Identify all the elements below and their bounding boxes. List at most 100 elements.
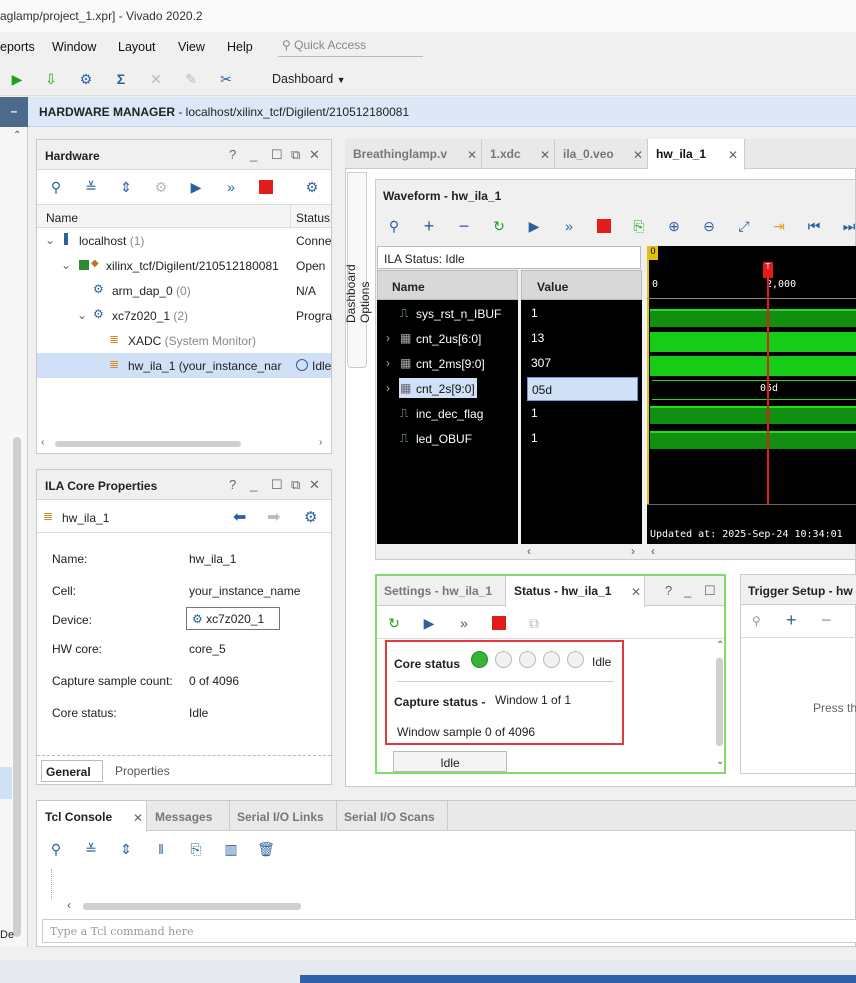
- chevron-down-icon[interactable]: ⌄: [45, 233, 55, 247]
- scroll-right-icon[interactable]: ›: [631, 544, 635, 558]
- chevron-down-icon[interactable]: ⌄: [61, 258, 71, 272]
- search-icon[interactable]: ⚲: [47, 840, 65, 858]
- chevron-right-icon[interactable]: ›: [386, 331, 390, 345]
- pause-icon[interactable]: ‖: [152, 840, 170, 858]
- expand-all-icon[interactable]: ⇕: [117, 840, 135, 858]
- export-icon[interactable]: ⎘: [630, 217, 648, 235]
- float-icon[interactable]: ⧉: [291, 477, 300, 493]
- waveform-canvas[interactable]: 0 0 2,000 05d T Updated at: 2025-Sep-24 …: [647, 246, 856, 544]
- remove-icon[interactable]: −: [821, 610, 832, 631]
- scroll-right-icon[interactable]: ›: [319, 437, 322, 448]
- tcl-command-input[interactable]: Type a Tcl command here: [42, 919, 856, 943]
- close-icon[interactable]: ✕: [633, 148, 643, 162]
- remove-icon[interactable]: −: [455, 216, 473, 236]
- scroll-down-icon[interactable]: ⌄: [716, 756, 724, 767]
- previous-transition-icon[interactable]: ⏭: [840, 217, 856, 235]
- maximize-icon[interactable]: ☐: [271, 147, 283, 163]
- run-trigger-icon[interactable]: ▶: [525, 217, 543, 235]
- zoom-fit-icon[interactable]: ⤢: [735, 217, 753, 235]
- tab-ila-veo[interactable]: ila_0.veo ✕: [555, 139, 648, 169]
- collapse-button[interactable]: –: [0, 97, 28, 127]
- sigma-icon[interactable]: Σ: [112, 70, 130, 88]
- disabled-edit-icon[interactable]: ✎: [182, 70, 200, 88]
- status-vscroll[interactable]: ⌃ ⌄: [716, 640, 724, 772]
- help-icon[interactable]: ?: [229, 477, 236, 492]
- chevron-down-icon[interactable]: ⌄: [77, 308, 87, 322]
- idle-button[interactable]: Idle: [393, 751, 507, 772]
- scroll-thumb[interactable]: [55, 441, 241, 447]
- help-icon[interactable]: ?: [665, 583, 672, 598]
- copy-icon[interactable]: ⎘: [187, 840, 205, 858]
- search-icon[interactable]: ⚲: [385, 217, 403, 235]
- auto-connect-icon[interactable]: ⚙: [152, 178, 170, 196]
- refresh-icon[interactable]: ↻: [385, 614, 403, 632]
- disabled-tool-icon[interactable]: ✕: [147, 70, 165, 88]
- menu-view[interactable]: View: [178, 40, 205, 54]
- minimize-icon[interactable]: _: [684, 583, 691, 598]
- menu-window[interactable]: Window: [52, 40, 96, 54]
- stop-icon[interactable]: [257, 178, 275, 196]
- scroll-up-icon[interactable]: ⌃: [13, 130, 21, 141]
- scroll-left-icon[interactable]: ‹: [651, 544, 655, 558]
- layout-select[interactable]: Dashboard ▼: [272, 72, 346, 86]
- scroll-thumb[interactable]: [716, 658, 723, 746]
- signal-row[interactable]: › ▦ cnt_2ms[9:0]: [377, 351, 517, 376]
- tab-status[interactable]: Status - hw_ila_1 ✕: [505, 576, 645, 607]
- back-arrow-icon[interactable]: ⬅: [233, 507, 246, 527]
- tree-row-target[interactable]: ⌄ ◆ xilinx_tcf/Digilent/210512180081 Ope…: [37, 253, 329, 278]
- forward-arrow-icon[interactable]: ➡: [267, 507, 280, 527]
- minimize-icon[interactable]: _: [250, 147, 257, 162]
- stop-icon[interactable]: [595, 217, 613, 235]
- console-hscroll[interactable]: ‹: [67, 898, 856, 913]
- tab-serial-links[interactable]: Serial I/O Links: [237, 810, 324, 824]
- tree-row-device[interactable]: ⌄ ⚙ xc7z020_1 (2) Progra: [37, 303, 332, 328]
- collapse-all-icon[interactable]: ≚: [82, 840, 100, 858]
- gear-icon[interactable]: ⚙: [304, 508, 317, 526]
- refresh-icon[interactable]: ↻: [490, 217, 508, 235]
- run-immediate-icon[interactable]: »: [222, 178, 240, 196]
- delete-icon[interactable]: 🗑: [257, 840, 275, 858]
- signal-row[interactable]: ⎍ sys_rst_n_IBUF: [377, 301, 517, 326]
- go-to-cursor-icon[interactable]: ⇥: [770, 217, 788, 235]
- go-to-start-icon[interactable]: ⏮: [805, 217, 823, 235]
- scroll-left-icon[interactable]: ‹: [527, 544, 531, 558]
- tab-serial-scans[interactable]: Serial I/O Scans: [344, 810, 435, 824]
- scroll-up-icon[interactable]: ⌃: [716, 640, 724, 651]
- expand-all-icon[interactable]: ⇕: [117, 178, 135, 196]
- float-icon[interactable]: ⧉: [291, 147, 300, 163]
- maximize-icon[interactable]: ☐: [704, 583, 716, 599]
- stop-icon[interactable]: [490, 614, 508, 632]
- close-icon[interactable]: ✕: [631, 585, 641, 599]
- close-icon[interactable]: ✕: [467, 148, 477, 162]
- tab-general[interactable]: General: [41, 760, 103, 782]
- run-immediate-icon[interactable]: »: [560, 217, 578, 235]
- zoom-in-icon[interactable]: ⊕: [665, 217, 683, 235]
- zoom-out-icon[interactable]: ⊖: [700, 217, 718, 235]
- close-icon[interactable]: ✕: [309, 147, 320, 163]
- close-icon[interactable]: ✕: [728, 148, 738, 162]
- run-trigger-icon[interactable]: ▶: [187, 178, 205, 196]
- tree-row-hw-ila[interactable]: ≣ hw_ila_1 (your_instance_nar Idle: [37, 353, 331, 378]
- dashboard-options[interactable]: Dashboard Options: [344, 172, 372, 368]
- close-icon[interactable]: ✕: [309, 477, 320, 493]
- columns-icon[interactable]: ▥: [222, 840, 240, 858]
- menu-reports[interactable]: eports: [0, 40, 35, 54]
- value-hscroll[interactable]: ‹ ›: [521, 544, 642, 558]
- add-icon[interactable]: +: [420, 216, 438, 236]
- left-scrollbar[interactable]: [13, 437, 21, 937]
- tab-messages[interactable]: Messages: [155, 810, 212, 824]
- add-icon[interactable]: +: [786, 610, 797, 631]
- close-icon[interactable]: ✕: [540, 148, 550, 162]
- tree-row-arm-dap[interactable]: ⚙ arm_dap_0 (0) N/A: [37, 278, 329, 303]
- run-immediate-icon[interactable]: »: [455, 614, 473, 632]
- collapse-all-icon[interactable]: ≚: [82, 178, 100, 196]
- trigger-cursor-line[interactable]: [767, 264, 769, 504]
- tools-icon[interactable]: ✂: [217, 70, 235, 88]
- hardware-hscroll[interactable]: ‹ ›: [41, 437, 327, 449]
- run-icon[interactable]: ▶: [8, 70, 26, 88]
- program-icon[interactable]: ⇩: [42, 70, 60, 88]
- tab-hw-ila[interactable]: hw_ila_1 ✕: [648, 139, 745, 170]
- scroll-thumb[interactable]: [83, 903, 301, 910]
- scroll-left-icon[interactable]: ‹: [67, 898, 71, 912]
- search-icon[interactable]: ⚲: [752, 614, 761, 628]
